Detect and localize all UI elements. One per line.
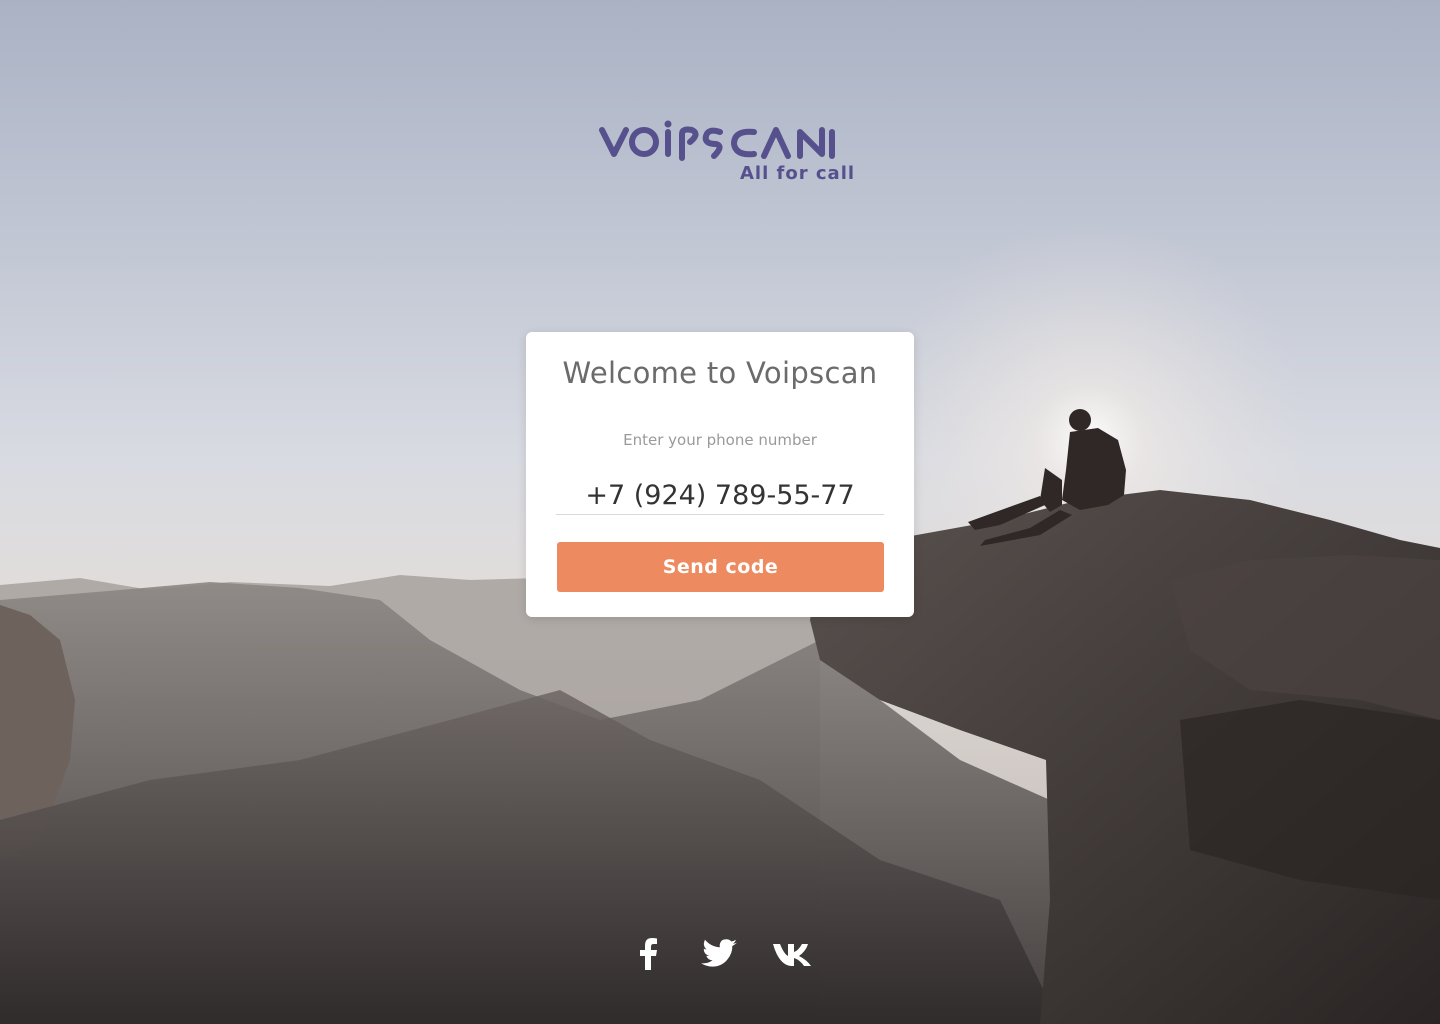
- voipscan-wordmark: [599, 120, 835, 161]
- facebook-link[interactable]: [634, 934, 662, 974]
- phone-number-input[interactable]: [556, 477, 884, 515]
- phone-label: Enter your phone number: [623, 431, 817, 449]
- vk-icon: [773, 944, 811, 966]
- login-card: Welcome to Voipscan Enter your phone num…: [526, 332, 914, 617]
- brand-tagline: All for call: [740, 163, 856, 184]
- facebook-icon: [640, 938, 657, 970]
- send-code-button[interactable]: Send code: [557, 542, 884, 592]
- twitter-link[interactable]: [700, 934, 738, 974]
- welcome-title: Welcome to Voipscan: [562, 356, 878, 390]
- vk-link[interactable]: [772, 934, 814, 974]
- twitter-icon: [701, 939, 737, 967]
